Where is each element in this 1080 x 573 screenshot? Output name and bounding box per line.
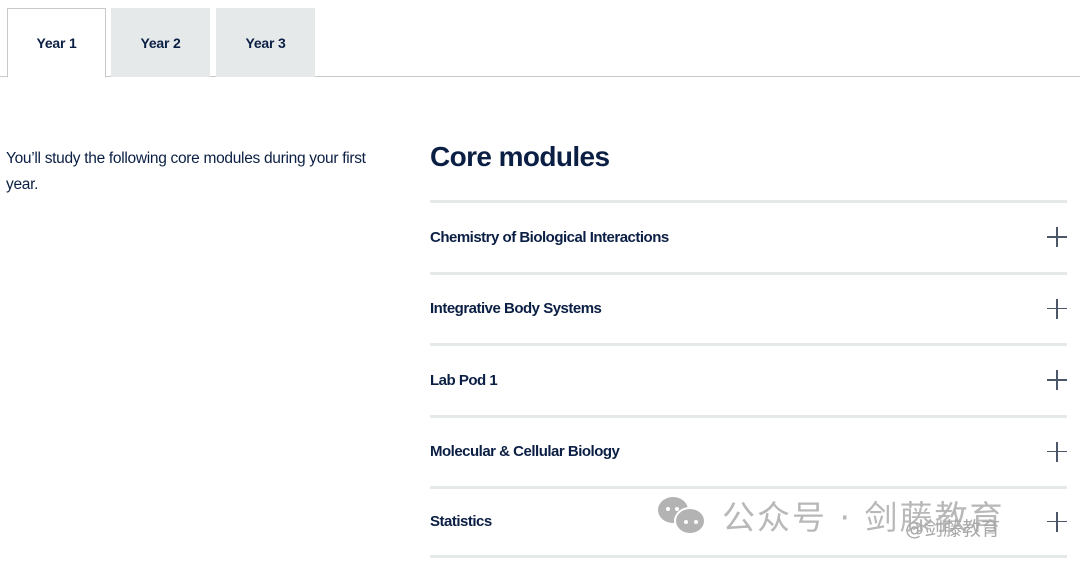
module-title: Statistics: [430, 513, 492, 531]
module-item[interactable]: Integrative Body Systems: [430, 271, 1067, 344]
module-title: Lab Pod 1: [430, 371, 498, 389]
section-title: Core modules: [430, 141, 610, 172]
plus-icon[interactable]: [1047, 227, 1067, 248]
module-accordion: Chemistry of Biological Interactions Int…: [430, 200, 1067, 558]
module-title: Molecular & Cellular Biology: [430, 443, 620, 461]
module-item[interactable]: Chemistry of Biological Interactions: [430, 200, 1067, 272]
module-title: Chemistry of Biological Interactions: [430, 228, 669, 246]
year-tabs: Year 1 Year 2 Year 3: [0, 0, 1080, 78]
module-item[interactable]: Molecular & Cellular Biology: [430, 414, 1067, 487]
plus-icon[interactable]: [1047, 298, 1067, 319]
plus-icon[interactable]: [1047, 511, 1067, 532]
module-title: Integrative Body Systems: [430, 300, 602, 318]
module-item[interactable]: Statistics: [430, 486, 1067, 558]
tab-year-3[interactable]: Year 3: [216, 8, 315, 77]
tab-year-2[interactable]: Year 2: [111, 8, 210, 77]
plus-icon[interactable]: [1047, 370, 1067, 391]
intro-text: You’ll study the following core modules …: [6, 150, 366, 193]
module-item[interactable]: Lab Pod 1: [430, 343, 1067, 415]
plus-icon[interactable]: [1047, 441, 1067, 462]
tab-year-1[interactable]: Year 1: [7, 8, 106, 78]
